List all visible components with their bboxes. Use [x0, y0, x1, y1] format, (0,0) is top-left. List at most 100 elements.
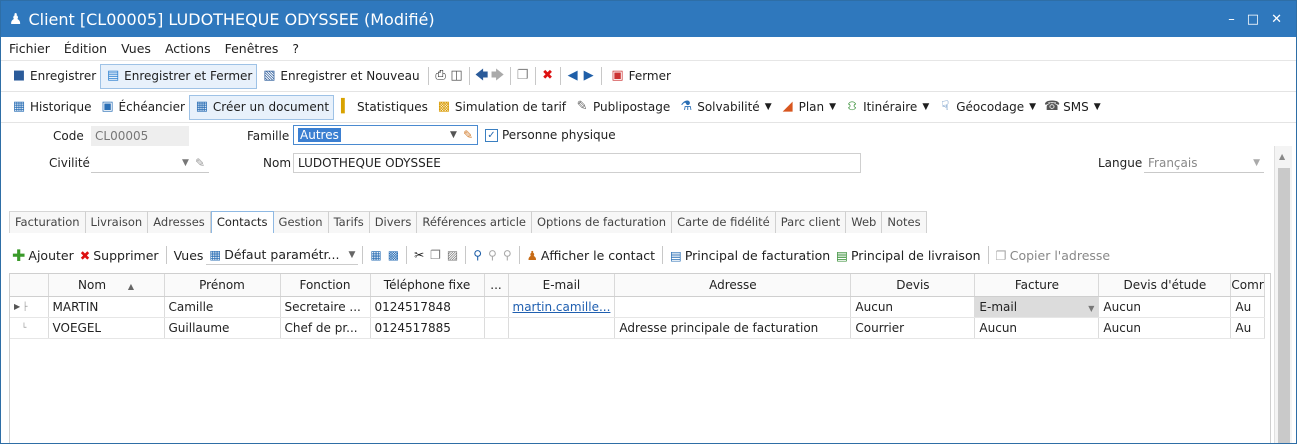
simulation-button[interactable]: ▩ Simulation de tarif: [432, 95, 570, 120]
sms-button[interactable]: ☎ SMS ▼: [1040, 95, 1105, 120]
search-prev-icon[interactable]: ⚲: [500, 248, 515, 262]
cell-adresse[interactable]: [614, 296, 852, 318]
table-row[interactable]: └ VOEGEL Guillaume Chef de pr... 0124517…: [10, 317, 1265, 339]
principal-facturation-button[interactable]: ▤ Principal de facturation: [667, 246, 833, 265]
cell-fonction[interactable]: Chef de pr...: [280, 317, 371, 339]
tab-parc-client[interactable]: Parc client: [775, 211, 847, 233]
next-icon[interactable]: ▶: [581, 68, 597, 84]
cut-icon[interactable]: ✂: [411, 248, 427, 262]
statistiques-button[interactable]: ▍ Statistiques: [334, 95, 432, 120]
column-header-email[interactable]: E-mail: [508, 274, 616, 297]
grid-export-icon[interactable]: ▩: [385, 248, 402, 262]
famille-select[interactable]: Autres ▼ ✎: [293, 125, 478, 145]
row-indicator[interactable]: └: [10, 317, 49, 339]
forward-arrow-icon[interactable]: 🡆: [490, 68, 506, 84]
historique-button[interactable]: ▦ Historique: [7, 95, 96, 120]
vues-button[interactable]: Vues: [171, 246, 207, 265]
tab-references-article[interactable]: Références article: [417, 211, 532, 233]
chevron-down-icon[interactable]: ▼: [1088, 304, 1094, 313]
cell-prenom[interactable]: Guillaume: [164, 317, 281, 339]
table-row[interactable]: ▶ ├ MARTIN Camille Secretaire ... 012451…: [10, 296, 1265, 318]
column-header-comr[interactable]: Comr: [1230, 274, 1265, 297]
tab-options-facturation[interactable]: Options de facturation: [532, 211, 673, 233]
ajouter-button[interactable]: ✚ Ajouter: [9, 244, 77, 267]
tab-livraison[interactable]: Livraison: [85, 211, 149, 233]
cell-facture[interactable]: Aucun: [974, 317, 1100, 339]
itineraire-button[interactable]: ⛻ Itinéraire ▼: [840, 95, 933, 120]
save-close-button[interactable]: ▤ Enregistrer et Fermer: [100, 63, 258, 89]
tab-web[interactable]: Web: [846, 211, 883, 233]
supprimer-button[interactable]: ✖ Supprimer: [77, 246, 162, 265]
cell-comr[interactable]: Au: [1230, 317, 1265, 339]
vue-select[interactable]: ▦ Défaut paramétr... ▼: [206, 245, 359, 265]
column-header-more[interactable]: ...: [484, 274, 509, 297]
save-new-button[interactable]: ▧ Enregistrer et Nouveau: [257, 64, 423, 89]
cell-comr[interactable]: Au: [1230, 296, 1265, 318]
copy-icon[interactable]: ❐: [515, 68, 531, 84]
column-header-devis[interactable]: Devis: [850, 274, 976, 297]
langue-select[interactable]: Français ▼: [1144, 153, 1264, 173]
tab-notes[interactable]: Notes: [882, 211, 927, 233]
column-header-adresse[interactable]: Adresse: [614, 274, 852, 297]
menu-fichier[interactable]: Fichier: [9, 41, 50, 56]
cell-prenom[interactable]: Camille: [164, 296, 281, 318]
grid-settings-icon[interactable]: ▦: [367, 248, 384, 262]
tab-divers[interactable]: Divers: [369, 211, 418, 233]
scrollbar-thumb[interactable]: [1278, 168, 1290, 443]
menu-vues[interactable]: Vues: [121, 41, 151, 56]
print-icon[interactable]: ⎙: [433, 68, 449, 84]
cell-devis[interactable]: Aucun: [850, 296, 976, 318]
column-header-devis-etude[interactable]: Devis d'étude: [1098, 274, 1232, 297]
back-arrow-icon[interactable]: 🡄: [474, 68, 490, 84]
save-button[interactable]: ■ Enregistrer: [7, 64, 100, 89]
cell-more[interactable]: [484, 296, 509, 318]
cell-telephone[interactable]: 0124517848: [370, 296, 485, 318]
column-header-telephone[interactable]: Téléphone fixe: [370, 274, 485, 297]
delete-icon[interactable]: ✖: [540, 68, 556, 84]
cell-telephone[interactable]: 0124517885: [370, 317, 485, 339]
cell-fonction[interactable]: Secretaire ...: [280, 296, 371, 318]
minimize-icon[interactable]: –: [1228, 12, 1235, 27]
tab-gestion[interactable]: Gestion: [273, 211, 329, 233]
menu-edition[interactable]: Édition: [64, 41, 107, 56]
cell-more[interactable]: [484, 317, 509, 339]
cell-adresse[interactable]: Adresse principale de facturation: [614, 317, 852, 339]
menu-fenetres[interactable]: Fenêtres: [225, 41, 279, 56]
civilite-select[interactable]: ▼ ✎: [91, 153, 209, 173]
copier-adresse-button[interactable]: ❐ Copier l'adresse: [993, 246, 1114, 265]
tab-adresses[interactable]: Adresses: [148, 211, 211, 233]
edit-pencil-icon[interactable]: ✎: [463, 128, 473, 142]
row-indicator[interactable]: ▶ ├: [10, 296, 49, 318]
cell-devis-etude[interactable]: Aucun: [1098, 317, 1232, 339]
edit-pencil-icon[interactable]: ✎: [195, 156, 205, 170]
tab-contacts[interactable]: Contacts: [210, 211, 274, 233]
publipostage-button[interactable]: ✎ Publipostage: [570, 95, 674, 120]
cell-devis[interactable]: Courrier: [850, 317, 976, 339]
plan-button[interactable]: ◢ Plan ▼: [776, 95, 840, 120]
chevron-down-icon[interactable]: ▼: [182, 158, 189, 168]
maximize-icon[interactable]: □: [1247, 12, 1259, 27]
creer-document-button[interactable]: ▦ Créer un document: [188, 94, 335, 120]
nom-field[interactable]: LUDOTHEQUE ODYSSEE: [293, 153, 861, 173]
principal-livraison-button[interactable]: ▤ Principal de livraison: [833, 246, 983, 265]
vertical-scrollbar[interactable]: ▲: [1274, 146, 1292, 443]
close-button[interactable]: ▣ Fermer: [606, 64, 675, 89]
echeancier-button[interactable]: ▣ Échéancier: [96, 95, 189, 120]
chevron-down-icon[interactable]: ▼: [450, 130, 457, 140]
menu-actions[interactable]: Actions: [165, 41, 211, 56]
print-preview-icon[interactable]: ◫: [449, 68, 465, 84]
solvabilite-button[interactable]: ⚗ Solvabilité ▼: [674, 95, 775, 120]
geocodage-button[interactable]: ☟ Géocodage ▼: [933, 95, 1040, 120]
personne-physique-checkbox[interactable]: ✓ Personne physique: [485, 128, 616, 142]
cell-nom[interactable]: MARTIN: [48, 296, 165, 318]
column-header-nom[interactable]: Nom ▲: [48, 274, 165, 297]
copy-icon[interactable]: ❐: [427, 248, 444, 262]
column-header-prenom[interactable]: Prénom: [164, 274, 281, 297]
code-field[interactable]: CL00005: [91, 126, 189, 146]
tab-facturation[interactable]: Facturation: [9, 211, 86, 233]
search-next-icon[interactable]: ⚲: [485, 248, 500, 262]
previous-icon[interactable]: ◀: [565, 68, 581, 84]
menu-help[interactable]: ?: [292, 41, 299, 56]
cell-facture-select[interactable]: E-mail ▼: [974, 296, 1100, 318]
paste-icon[interactable]: ▨: [444, 248, 461, 262]
